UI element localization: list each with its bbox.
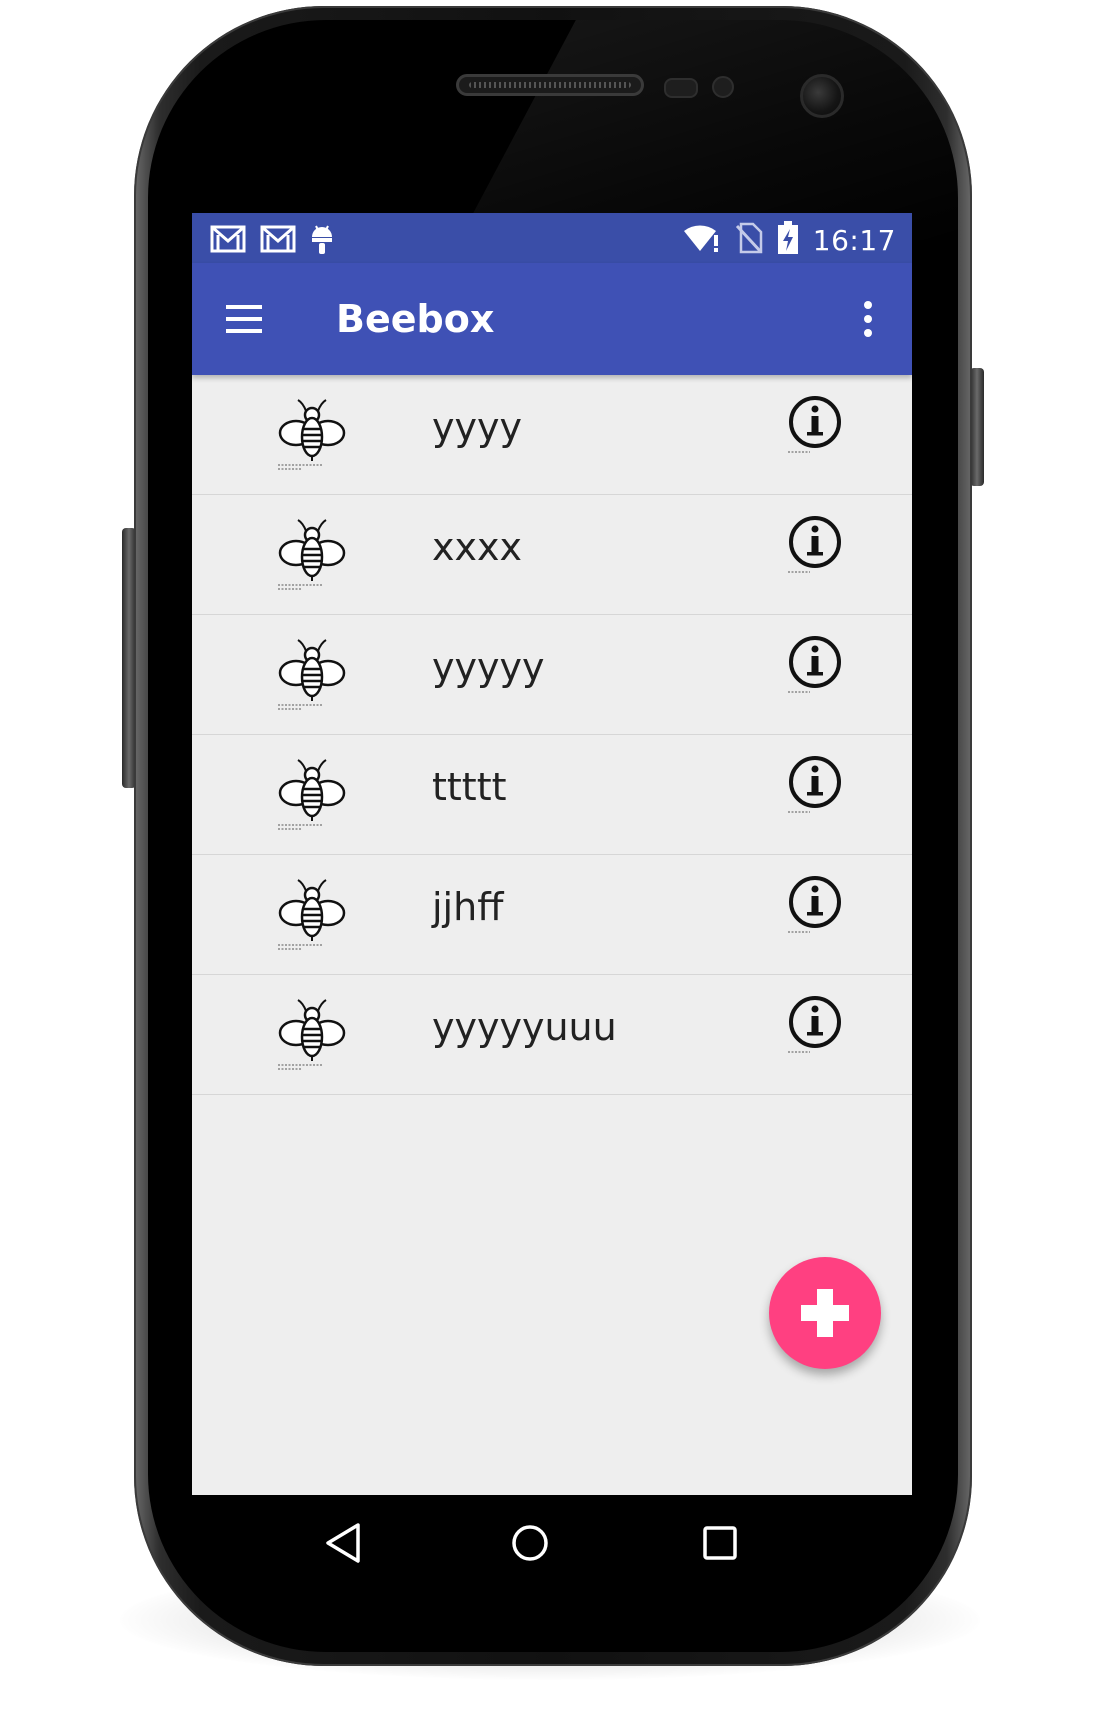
list-item-6[interactable]: yyyyyuuu xyxy=(192,975,912,1095)
list-item-5[interactable]: jjhff xyxy=(192,855,912,975)
info-icon[interactable] xyxy=(784,753,846,817)
list-item-4[interactable]: ttttt xyxy=(192,735,912,855)
info-icon[interactable] xyxy=(784,393,846,457)
wifi-alert-icon xyxy=(683,223,721,257)
light-sensor xyxy=(712,76,734,98)
no-sim-icon xyxy=(735,222,763,258)
info-icon[interactable] xyxy=(784,633,846,697)
add-fab-button[interactable] xyxy=(769,1257,881,1369)
home-icon[interactable] xyxy=(506,1521,554,1565)
list-item-label: yyyy xyxy=(432,405,522,449)
notification-icons xyxy=(210,223,334,259)
info-icon[interactable] xyxy=(784,873,846,937)
list-item-label: yyyyyuuu xyxy=(432,1005,617,1049)
list-item-label: yyyyy xyxy=(432,645,545,689)
device-scene: 16:17 Beebox yyyy xxxx yyyyy ttttt jjhff… xyxy=(0,0,1101,1709)
front-camera xyxy=(800,74,844,118)
status-time: 16:17 xyxy=(812,223,896,257)
list-item-2[interactable]: xxxx xyxy=(192,495,912,615)
bee-icon xyxy=(276,397,348,473)
bee-icon xyxy=(276,997,348,1073)
navigation-bar xyxy=(192,1495,912,1591)
battery-charging-icon xyxy=(777,221,799,259)
app-title: Beebox xyxy=(336,297,495,341)
list-item-1[interactable]: yyyy xyxy=(192,375,912,495)
status-bar: 16:17 xyxy=(192,213,912,263)
bee-icon xyxy=(276,637,348,713)
list-item-label: jjhff xyxy=(432,885,504,929)
recents-icon[interactable] xyxy=(696,1521,744,1565)
hive-list: yyyy xxxx yyyyy ttttt jjhff yyyyyuuu xyxy=(192,375,912,1095)
system-icons: 16:17 xyxy=(683,221,896,259)
info-icon[interactable] xyxy=(784,993,846,1057)
proximity-sensor xyxy=(664,78,698,98)
list-item-label: xxxx xyxy=(432,525,522,569)
bee-icon xyxy=(276,757,348,833)
bee-icon xyxy=(276,877,348,953)
overflow-menu-icon[interactable] xyxy=(856,299,880,339)
gmail-icon xyxy=(260,225,296,257)
earpiece-speaker xyxy=(456,74,644,96)
gmail-icon xyxy=(210,225,246,257)
android-debug-icon xyxy=(310,223,334,259)
power-button xyxy=(970,368,984,486)
info-icon[interactable] xyxy=(784,513,846,577)
hamburger-menu-icon[interactable] xyxy=(224,301,264,337)
app-toolbar: Beebox xyxy=(192,263,912,375)
glass-reflection xyxy=(458,20,958,240)
list-item-3[interactable]: yyyyy xyxy=(192,615,912,735)
plus-icon xyxy=(817,1289,833,1337)
list-item-label: ttttt xyxy=(432,765,507,809)
back-icon[interactable] xyxy=(320,1521,368,1565)
app-screen: 16:17 Beebox yyyy xxxx yyyyy ttttt jjhff… xyxy=(192,213,912,1495)
bee-icon xyxy=(276,517,348,593)
